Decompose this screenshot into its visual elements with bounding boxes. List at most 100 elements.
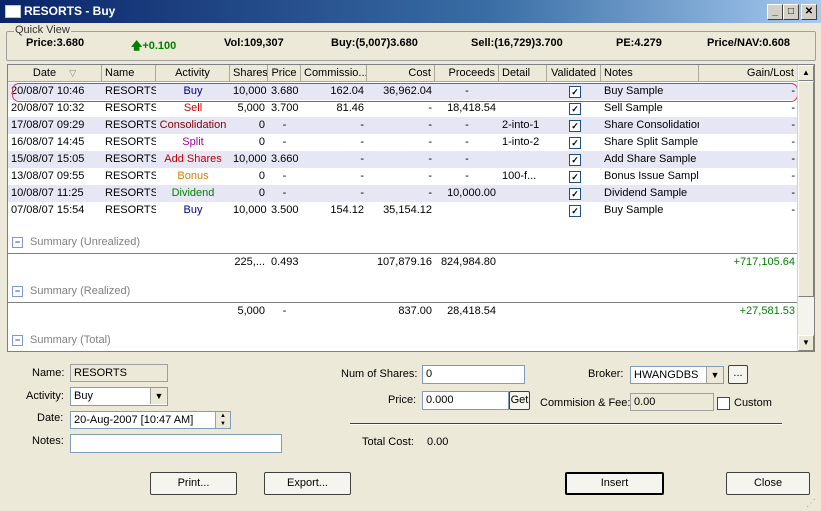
validated-checkbox[interactable]: ✓ [569, 205, 581, 217]
cell-price: - [282, 187, 287, 199]
quick-view-legend: Quick View [14, 24, 71, 36]
cell-shares: 0 [258, 187, 265, 199]
summary-realized-header[interactable]: − Summary (Realized) [8, 282, 798, 300]
name-label: Name: [32, 367, 65, 379]
cell-activity: Bonus [177, 170, 209, 182]
scroll-down-icon[interactable]: ▼ [798, 335, 814, 351]
scroll-up-icon[interactable]: ▲ [798, 65, 814, 81]
close-icon[interactable]: ✕ [801, 4, 817, 20]
get-price-button[interactable]: Get [509, 391, 530, 410]
col-header-gain-lost[interactable]: Gain/Lost [699, 65, 798, 82]
validated-checkbox[interactable]: ✓ [569, 188, 581, 200]
table-row[interactable]: 13/08/07 09:55 RESORTS Bonus 0 - - - - 100-f... B… [8, 168, 798, 185]
minimize-icon[interactable]: _ [767, 4, 783, 20]
price-input[interactable]: 0.000 [422, 391, 509, 410]
custom-checkbox[interactable] [717, 397, 730, 410]
col-header-date[interactable]: Date ▽ [8, 65, 102, 82]
col-header-activity[interactable]: Activity [156, 65, 230, 82]
cell-cost: - [428, 153, 432, 165]
form-divider [350, 423, 782, 425]
validated-checkbox[interactable]: ✓ [569, 120, 581, 132]
cell-cost: - [428, 187, 432, 199]
notes-label: Notes: [32, 435, 64, 447]
summary-realized-label: Summary (Realized) [30, 285, 131, 297]
price-label: Price: [388, 394, 417, 406]
cell-proceeds: - [465, 153, 469, 165]
cell-date: 17/08/07 09:29 [11, 119, 85, 131]
grid-vertical-scrollbar[interactable]: ▲ ▼ [797, 65, 814, 351]
collapse-icon[interactable]: − [12, 335, 23, 346]
col-header-validated[interactable]: Validated [547, 65, 601, 82]
summary-realized-proceeds: 28,418.54 [447, 305, 496, 317]
qv-sell: Sell:(16,729)3.700 [471, 37, 563, 49]
insert-button[interactable]: Insert [565, 472, 664, 495]
cell-activity: Buy [183, 204, 203, 216]
col-header-shares[interactable]: Shares [230, 65, 268, 82]
summary-unrealized-shares: 225,... [234, 256, 265, 268]
close-button[interactable]: Close [726, 472, 810, 495]
chevron-down-icon[interactable]: ▼ [706, 367, 723, 383]
qv-buy: Buy:(5,007)3.680 [331, 37, 418, 49]
summary-unrealized-header[interactable]: − Summary (Unrealized) [8, 233, 798, 251]
transactions-grid[interactable]: Date ▽ Name Activity Shares Price Commis… [7, 64, 815, 352]
summary-unrealized-cost: 107,879.16 [376, 256, 432, 268]
table-row[interactable]: 20/08/07 10:32 RESORTS Sell 5,000 3.700 81.46… [8, 100, 798, 117]
activity-select[interactable]: Buy ▼ [70, 387, 168, 406]
col-header-notes[interactable]: Notes [601, 65, 699, 82]
table-row[interactable]: 07/08/07 15:54 RESORTS Buy 10,000 3.500 154.1… [8, 202, 798, 219]
summary-unrealized-gain: +717,105.64 [733, 256, 795, 268]
cell-shares: 10,000 [233, 153, 267, 165]
col-header-commission[interactable]: Commissio... [301, 65, 367, 82]
resize-grip-icon[interactable]: ⋰ [806, 498, 818, 510]
cell-detail: 100-f... [502, 170, 537, 182]
broker-more-button[interactable]: ... [728, 365, 748, 384]
summary-total-header[interactable]: − Summary (Total) [8, 331, 798, 349]
selected-row-highlight [12, 83, 798, 102]
broker-select[interactable]: HWANGDBS ▼ [630, 366, 724, 384]
cell-name: RESORTS [105, 136, 156, 148]
table-row[interactable]: 16/08/07 14:45 RESORTS Split 0 - - - - 1-into-2 S… [8, 134, 798, 151]
table-row[interactable]: 10/08/07 11:25 RESORTS Dividend 0 - - - 10,000.… [8, 185, 798, 202]
title-bar[interactable]: RESORTS - Buy _ □ ✕ [0, 0, 821, 23]
commission-field: 0.00 [630, 393, 714, 411]
maximize-icon[interactable]: □ [783, 4, 799, 20]
export-button[interactable]: Export... [264, 472, 351, 495]
table-row[interactable]: 15/08/07 15:05 RESORTS Add Shares 10,000 3.6… [8, 151, 798, 168]
col-date-label: Date [32, 67, 57, 79]
validated-checkbox[interactable]: ✓ [569, 103, 581, 115]
validated-checkbox[interactable]: ✓ [569, 171, 581, 183]
date-spinner-icon[interactable]: ▲ ▼ [215, 412, 230, 428]
col-header-price[interactable]: Price [268, 65, 301, 82]
cell-notes: Sell Sample [604, 102, 663, 114]
print-button[interactable]: Print... [150, 472, 237, 495]
num-shares-input[interactable]: 0 [422, 365, 525, 384]
validated-checkbox[interactable]: ✓ [569, 137, 581, 149]
cell-proceeds: - [465, 170, 469, 182]
collapse-icon[interactable]: − [12, 286, 23, 297]
broker-value: HWANGDBS [634, 369, 699, 381]
cell-name: RESORTS [105, 170, 156, 182]
table-row[interactable]: 17/08/07 09:29 RESORTS Consolidation 0 - - - - 2… [8, 117, 798, 134]
cell-activity: Dividend [171, 187, 215, 199]
cell-detail [499, 151, 547, 168]
cell-activity: Split [182, 136, 204, 148]
cell-proceeds: 10,000.00 [447, 187, 496, 199]
col-header-detail[interactable]: Detail [499, 65, 547, 82]
col-header-name[interactable]: Name [102, 65, 156, 82]
notes-input[interactable] [70, 434, 282, 453]
cell-name: RESORTS [105, 102, 156, 114]
validated-checkbox[interactable]: ✓ [569, 154, 581, 166]
date-field[interactable]: 20-Aug-2007 [10:47 AM] ▲ ▼ [70, 411, 231, 429]
chevron-down-icon[interactable]: ▼ [150, 388, 167, 404]
cell-date: 16/08/07 14:45 [11, 136, 85, 148]
col-header-cost[interactable]: Cost [367, 65, 435, 82]
broker-label: Broker: [588, 368, 624, 380]
cell-price: 3.500 [271, 204, 299, 216]
cell-gain: - [791, 119, 795, 131]
scroll-thumb[interactable] [798, 81, 814, 297]
summary-realized-row: 5,000 - 837.00 28,418.54 +27,581.53 [8, 302, 798, 320]
col-header-proceeds[interactable]: Proceeds [435, 65, 499, 82]
collapse-icon[interactable]: − [12, 237, 23, 248]
cell-price: - [282, 170, 287, 182]
cell-proceeds: - [465, 119, 469, 131]
